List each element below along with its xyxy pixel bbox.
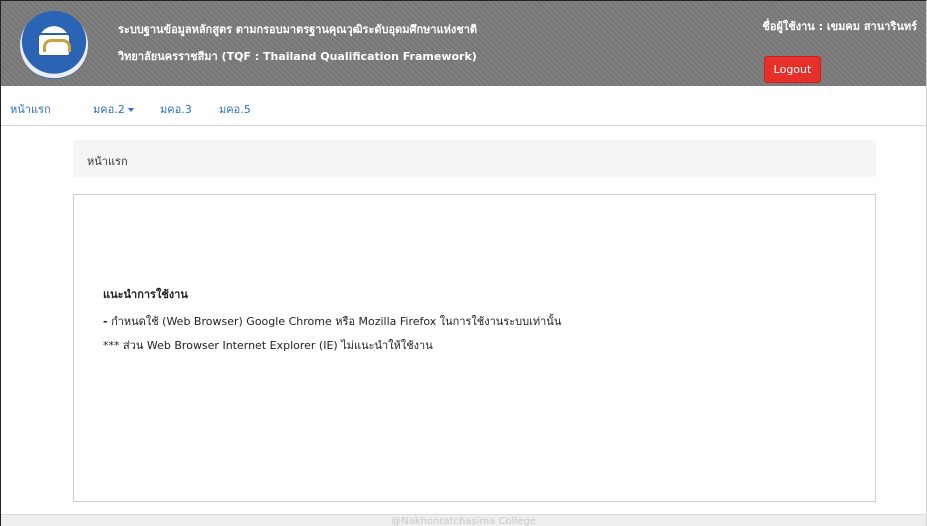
guide-line1-text: กำหนดใช้ (Web Browser) Google Chrome หรื…	[111, 315, 562, 328]
site-footer: @Nakhonratchasima College	[1, 514, 926, 526]
system-title: ระบบฐานข้อมูลหลักสูตร ตามกรอบมาตรฐานคุณว…	[118, 23, 478, 36]
nav-item-tqf2-label: มคอ.2	[93, 103, 125, 116]
site-header: ระบบฐานข้อมูลหลักสูตร ตามกรอบมาตรฐานคุณว…	[1, 1, 926, 86]
nav-item-tqf3[interactable]: มคอ.3	[160, 100, 192, 118]
guide-bullet: -	[103, 315, 108, 328]
logout-button[interactable]: Logout	[764, 56, 821, 83]
nav-item-tqf5[interactable]: มคอ.5	[219, 100, 251, 118]
system-subtitle: วิทยาลัยนครราชสีมา (TQF : Thailand Quali…	[118, 50, 477, 63]
breadcrumb-current: หน้าแรก	[87, 155, 128, 168]
username-label: ชื่อผู้ใช้งาน : เขมคม สานารินทร์	[762, 20, 917, 33]
guide-browser-requirement: - กำหนดใช้ (Web Browser) Google Chrome ห…	[103, 312, 561, 330]
college-seal-icon	[37, 33, 71, 57]
usage-guide-panel: แนะนำการใช้งาน - กำหนดใช้ (Web Browser) …	[73, 194, 876, 502]
top-nav: หน้าแรก มคอ.2 มคอ.3 มคอ.5	[1, 86, 926, 126]
college-logo	[20, 11, 88, 79]
chevron-down-icon	[127, 108, 134, 112]
guide-ie-warning: *** ส่วน Web Browser Internet Explorer (…	[103, 339, 433, 352]
nav-item-home[interactable]: หน้าแรก	[10, 100, 51, 118]
footer-copyright: @Nakhonratchasima College	[391, 516, 536, 526]
nav-item-tqf2[interactable]: มคอ.2	[93, 100, 134, 118]
breadcrumb: หน้าแรก	[73, 140, 876, 177]
guide-title: แนะนำการใช้งาน	[103, 288, 188, 301]
